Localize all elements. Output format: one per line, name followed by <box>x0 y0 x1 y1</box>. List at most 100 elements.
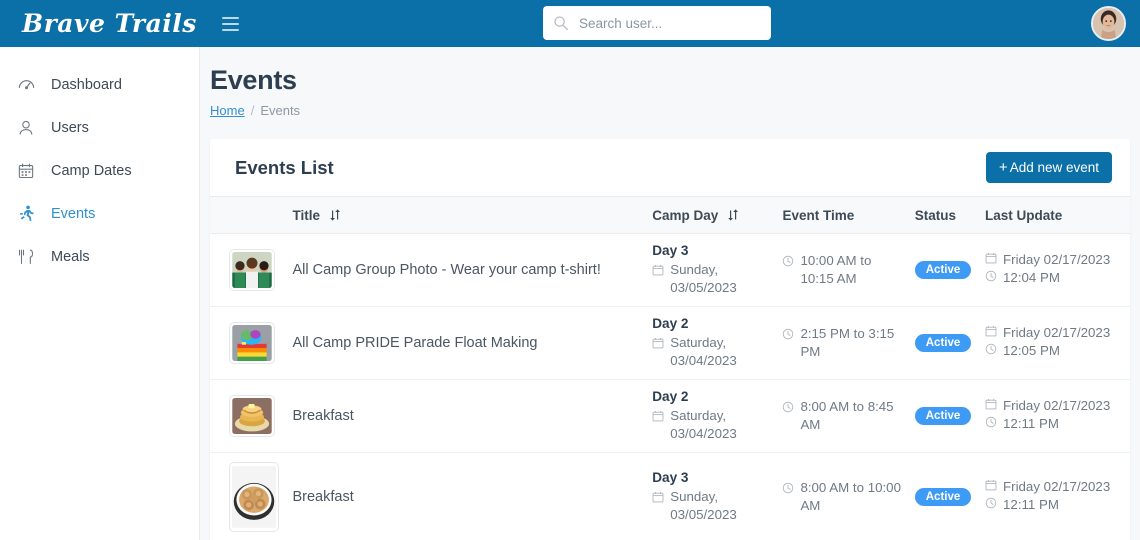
card-header: Events List + Add new event <box>210 139 1130 196</box>
update-time-text: 12:11 PM <box>1003 415 1059 431</box>
hamburger-icon[interactable] <box>210 0 250 47</box>
table-header: Title Camp Day Event Time Status Last Up… <box>210 196 1130 234</box>
update-date: Friday 02/17/2023 <box>985 325 1124 340</box>
calendar-icon <box>985 398 998 413</box>
table-body: All Camp Group Photo - Wear your camp t-… <box>210 233 1130 540</box>
column-header-camp-day[interactable]: Camp Day <box>646 196 777 234</box>
update-date-text: Friday 02/17/2023 <box>1003 478 1111 494</box>
column-label: Title <box>292 207 320 223</box>
event-time: 8:00 AM to 8:45 AM <box>782 398 902 434</box>
sidebar-item-label: Dashboard <box>51 76 122 93</box>
sidebar-item-label: Meals <box>51 248 90 265</box>
column-header-title[interactable]: Title <box>286 196 647 234</box>
events-table: Title Camp Day Event Time Status Last Up… <box>210 196 1130 540</box>
clock-icon <box>782 327 795 345</box>
update-date: Friday 02/17/2023 <box>985 479 1124 494</box>
search-input[interactable] <box>579 15 761 31</box>
cinnamon-rolls-thumb[interactable] <box>229 461 279 532</box>
update-time-text: 12:05 PM <box>1003 342 1060 358</box>
add-new-event-button[interactable]: + Add new event <box>985 152 1112 183</box>
hamburger-bar <box>221 22 239 25</box>
breadcrumb-home-link[interactable]: Home <box>210 103 245 118</box>
sort-icon[interactable] <box>329 209 340 221</box>
cell-camp-day: Day 3 Sunday, 03/05/2023 <box>646 452 776 540</box>
column-label: Last Update <box>985 207 1063 223</box>
status-badge: Active <box>914 260 972 279</box>
user-icon <box>14 118 38 138</box>
update-time: 12:05 PM <box>985 343 1124 358</box>
cell-camp-day: Day 3 Sunday, 03/05/2023 <box>646 233 777 307</box>
event-time-text: 8:00 AM to 10:00 AM <box>800 479 901 513</box>
card-title: Events List <box>235 156 334 178</box>
camp-date-text: Saturday, 03/04/2023 <box>670 407 737 441</box>
cell-thumbnail <box>210 233 287 307</box>
search-icon <box>553 15 569 31</box>
cell-title: Breakfast <box>286 452 646 540</box>
column-label: Status <box>914 207 957 223</box>
top-navbar: Brave Trails <box>0 0 1140 47</box>
table-row[interactable]: All Camp Group Photo - Wear your camp t-… <box>210 233 1130 307</box>
camp-date: Sunday, 03/05/2023 <box>652 488 770 524</box>
gauge-icon <box>14 75 38 95</box>
column-label: Camp Day <box>652 207 719 223</box>
sidebar-item-users[interactable]: Users <box>0 106 199 149</box>
cell-status: Active <box>909 452 979 540</box>
cell-event-time: 2:15 PM to 3:15 PM <box>776 306 909 380</box>
add-new-event-label: Add new event <box>1009 160 1099 175</box>
status-badge: Active <box>914 333 972 352</box>
update-time-text: 12:04 PM <box>1003 269 1060 285</box>
running-icon <box>14 204 38 224</box>
search-box[interactable] <box>543 6 771 40</box>
clock-icon <box>985 416 998 431</box>
clock-icon <box>782 400 795 418</box>
cell-title: All Camp Group Photo - Wear your camp t-… <box>286 233 647 307</box>
avatar[interactable] <box>1091 6 1126 41</box>
sidebar-item-camp-dates[interactable]: Camp Dates <box>0 149 199 192</box>
utensils-icon <box>14 247 38 267</box>
camp-date: Saturday, 03/04/2023 <box>652 407 770 443</box>
camp-date: Saturday, 03/04/2023 <box>652 334 770 370</box>
event-title: All Camp Group Photo - Wear your camp t-… <box>292 261 601 278</box>
cell-last-update: Friday 02/17/2023 12:05 PM <box>979 306 1130 380</box>
update-date-text: Friday 02/17/2023 <box>1003 397 1111 413</box>
camp-date-text: Saturday, 03/04/2023 <box>670 334 737 368</box>
cell-last-update: Friday 02/17/2023 12:04 PM <box>979 233 1130 307</box>
calendar-icon <box>652 263 665 281</box>
camp-date: Sunday, 03/05/2023 <box>652 261 770 297</box>
cell-thumbnail <box>210 306 287 380</box>
breadcrumb: Home / Events <box>210 103 1140 118</box>
calendar-icon <box>985 325 998 340</box>
sidebar-item-label: Events <box>51 205 96 222</box>
cell-thumbnail <box>210 379 287 453</box>
app-root: Brave Trails Search user... Dashboard Us… <box>0 0 1140 540</box>
update-time: 12:11 PM <box>985 416 1124 431</box>
update-date-text: Friday 02/17/2023 <box>1003 251 1111 267</box>
update-date: Friday 02/17/2023 <box>985 252 1124 267</box>
cell-camp-day: Day 2 Saturday, 03/04/2023 <box>646 306 777 380</box>
column-label: Event Time <box>782 207 855 223</box>
table-row[interactable]: All Camp PRIDE Parade Float Making Day 2 <box>210 306 1130 380</box>
brand-logo[interactable]: Brave Trails <box>0 0 200 47</box>
main-content: Events Home / Events Events List + Add n… <box>200 47 1140 540</box>
camp-date-text: Sunday, 03/05/2023 <box>670 262 737 295</box>
cell-thumbnail <box>210 452 286 540</box>
table-row[interactable]: Breakfast Day 3 Sunday, 03/05/2023 8:00 … <box>210 452 1130 540</box>
calendar-icon <box>652 490 665 508</box>
sidebar-item-dashboard[interactable]: Dashboard <box>0 63 199 106</box>
status-badge: Active <box>914 406 972 425</box>
table-row[interactable]: Breakfast Day 2 Saturday, 03/04/2023 8:0… <box>210 379 1130 453</box>
camp-date-text: Sunday, 03/05/2023 <box>670 488 737 522</box>
sidebar-item-events[interactable]: Events <box>0 192 199 235</box>
pride-float-thumb[interactable] <box>229 321 275 364</box>
cell-title: Breakfast <box>286 379 647 453</box>
sort-icon[interactable] <box>727 209 739 221</box>
sidebar-item-meals[interactable]: Meals <box>0 235 199 278</box>
update-time: 12:04 PM <box>985 270 1124 285</box>
cell-event-time: 8:00 AM to 10:00 AM <box>776 452 908 540</box>
hamburger-bar <box>221 28 239 31</box>
status-badge: Active <box>914 487 972 506</box>
column-header-event-time: Event Time <box>776 196 909 234</box>
group-photo-thumb[interactable] <box>229 248 275 291</box>
cell-event-time: 8:00 AM to 8:45 AM <box>776 379 909 453</box>
pancakes-thumb[interactable] <box>229 394 275 437</box>
